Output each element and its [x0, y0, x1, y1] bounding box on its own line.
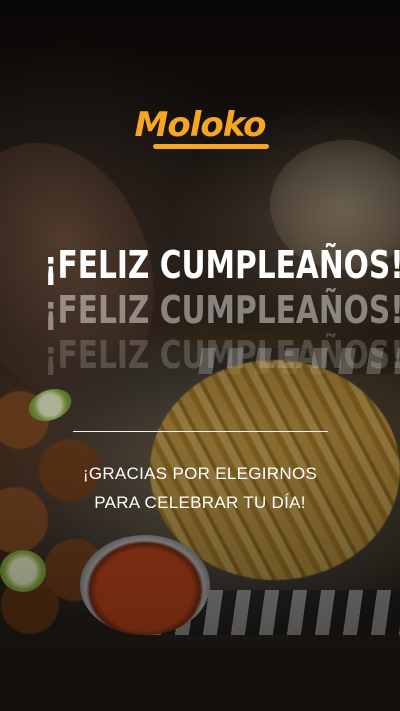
thanks-message-line-2: PARA CELEBRAR TU DÍA!	[94, 493, 306, 512]
brand-logo: Moloko	[134, 105, 270, 149]
birthday-story-screen: Moloko ¡FELIZ CUMPLEAÑOS! ¡FELIZ CUMPLEA…	[0, 0, 400, 711]
divider-line	[73, 431, 328, 432]
brand-header: Moloko	[0, 105, 400, 149]
brand-logo-text: Moloko	[134, 105, 267, 145]
thanks-message-line-1: ¡GRACIAS POR ELEGIRNOS	[82, 464, 318, 483]
headline-echo-1: ¡FELIZ CUMPLEAÑOS!	[44, 288, 400, 332]
brand-logo-swoosh	[152, 144, 270, 149]
bottom-shade	[0, 641, 400, 711]
headline-main: ¡FELIZ CUMPLEAÑOS!	[44, 243, 400, 287]
headline-echo-2: ¡FELIZ CUMPLEAÑOS!	[44, 333, 400, 377]
